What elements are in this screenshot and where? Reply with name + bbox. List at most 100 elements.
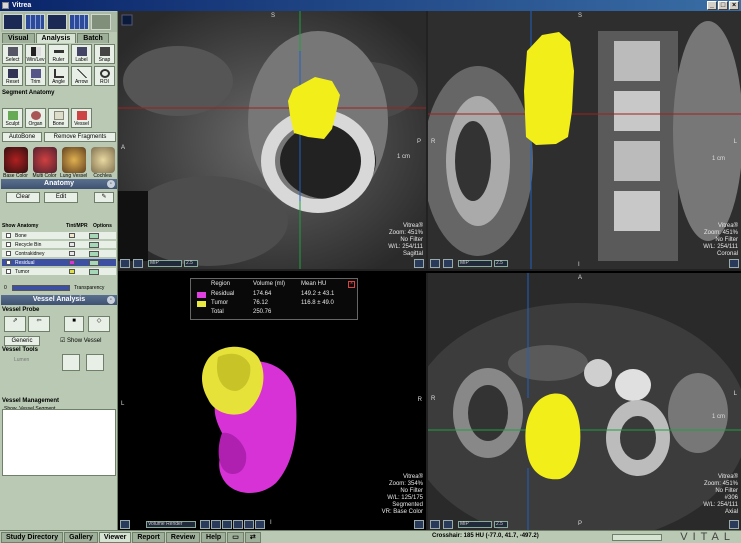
window-icon[interactable]: ▭ xyxy=(227,532,244,543)
slab-thickness-field[interactable]: 2.5 xyxy=(494,521,508,528)
bone-tool[interactable]: Bone xyxy=(48,108,69,128)
viewport-coronal[interactable]: S R L I 1 cm Vitrea® Zoom: 451% No Filter W… xyxy=(428,11,741,271)
tab-viewer[interactable]: Viewer xyxy=(98,532,132,543)
orient-l-icon[interactable] xyxy=(244,520,254,529)
camera-icon[interactable] xyxy=(443,259,453,268)
render-mode-dropdown[interactable]: Volume Render xyxy=(146,521,196,528)
vessel-tool[interactable]: Vessel xyxy=(71,108,92,128)
stop-icon[interactable]: ■ xyxy=(64,316,84,332)
camera-icon[interactable] xyxy=(443,520,453,529)
options-eye-icon[interactable] xyxy=(89,250,99,257)
pen-options-icon[interactable]: ✎ xyxy=(94,192,114,203)
show-checkbox[interactable] xyxy=(6,260,11,265)
settings-icon[interactable] xyxy=(414,520,424,529)
tab-gallery[interactable]: Gallery xyxy=(64,532,98,543)
vessel-view-icon[interactable]: ◇ xyxy=(88,316,110,332)
render-mode-dropdown[interactable]: MIP xyxy=(148,260,182,267)
sculpt-tool[interactable]: Sculpt xyxy=(2,108,23,128)
arrow-tool[interactable]: Arrow xyxy=(71,66,92,86)
autobone-button[interactable]: AutoBone xyxy=(2,132,42,142)
angle-tool[interactable]: Angle xyxy=(48,66,69,86)
view-options-icon[interactable] xyxy=(120,259,130,268)
viewport-sagittal[interactable]: S A P I 1 cm Vitrea®Zoom: 451%No FilterW… xyxy=(118,11,428,271)
collapse-icon[interactable]: ◦ xyxy=(107,180,115,188)
tint-swatch[interactable] xyxy=(69,269,75,274)
close-legend-icon[interactable]: × xyxy=(348,281,355,288)
options-eye-icon[interactable] xyxy=(89,232,99,239)
preset-multi-color[interactable]: Multi Color xyxy=(31,147,58,183)
tint-swatch[interactable] xyxy=(69,260,75,265)
back-arrow-icon[interactable]: ⇦ xyxy=(28,316,50,332)
crosshair-icon[interactable] xyxy=(729,259,739,268)
render-mode-dropdown[interactable]: MIP xyxy=(458,521,492,528)
slab-thickness-field[interactable]: 2.5 xyxy=(494,260,508,267)
render-mode-dropdown[interactable]: MIP xyxy=(458,260,492,267)
vessel-tool-b-icon[interactable] xyxy=(86,354,104,371)
two-view-layout-icon[interactable] xyxy=(47,14,67,30)
viewport-axial[interactable]: A R L P 1 cm Vitrea® Zoom: 451% No Filter #… xyxy=(428,273,741,530)
orient-s-icon[interactable] xyxy=(200,520,210,529)
select-tool[interactable]: Select xyxy=(2,44,23,64)
four-view-layout-icon[interactable] xyxy=(25,14,45,30)
remove-fragments-button[interactable]: Remove Fragments xyxy=(44,132,116,142)
collapse-icon[interactable]: ◦ xyxy=(107,296,115,304)
probe-icon[interactable]: ⇗ xyxy=(4,316,26,332)
vessel-tool-a-icon[interactable] xyxy=(62,354,80,371)
ruler-tool[interactable]: Ruler xyxy=(48,44,69,64)
tint-swatch[interactable] xyxy=(69,233,75,238)
options-eye-icon[interactable] xyxy=(89,241,99,248)
minimize-button[interactable]: _ xyxy=(707,1,717,10)
roi-tool[interactable]: ROI xyxy=(94,66,115,86)
tab-help[interactable]: Help xyxy=(201,532,227,543)
organ-tool[interactable]: Organ xyxy=(25,108,46,128)
crosshair-icon[interactable] xyxy=(729,520,739,529)
orient-r-icon[interactable] xyxy=(255,520,265,529)
snap-tool[interactable]: Snap xyxy=(94,44,115,64)
orient-a-icon[interactable] xyxy=(222,520,232,529)
clear-button[interactable]: Clear xyxy=(6,192,40,203)
preset-lung-vessel[interactable]: Lung Vessel xyxy=(60,147,87,183)
play-arrow-icon[interactable] xyxy=(91,14,111,30)
preset-cochlea[interactable]: Cochlea xyxy=(89,147,116,183)
preset-base-color[interactable]: Base Color xyxy=(2,147,29,183)
view-options-icon[interactable] xyxy=(430,520,440,529)
anatomy-row-recycle-bin[interactable]: Recycle Bin xyxy=(2,241,116,249)
tab-visual[interactable]: Visual xyxy=(2,33,35,43)
show-vessel-checkbox[interactable]: ☑ Show Vessel xyxy=(60,337,101,344)
tab-batch[interactable]: Batch xyxy=(77,33,109,43)
camera-icon[interactable] xyxy=(133,259,143,268)
tab-review[interactable]: Review xyxy=(165,532,201,543)
options-eye-icon[interactable] xyxy=(89,268,99,275)
tab-report[interactable]: Report xyxy=(132,532,165,543)
winlev-tool[interactable]: Win/Lev xyxy=(25,44,46,64)
options-eye-icon[interactable] xyxy=(89,259,99,266)
show-checkbox[interactable] xyxy=(6,233,11,238)
show-checkbox[interactable] xyxy=(6,269,11,274)
close-button[interactable]: × xyxy=(729,1,739,10)
tab-study-directory[interactable]: Study Directory xyxy=(1,532,64,543)
orient-i-icon[interactable] xyxy=(211,520,221,529)
single-view-layout-icon[interactable] xyxy=(3,14,23,30)
view-options-icon[interactable] xyxy=(430,259,440,268)
orient-p-icon[interactable] xyxy=(233,520,243,529)
link-icon[interactable]: ⇄ xyxy=(244,532,261,543)
slab-thickness-field[interactable]: 2.5 xyxy=(184,260,198,267)
label-tool[interactable]: Label xyxy=(71,44,92,64)
tab-analysis[interactable]: Analysis xyxy=(35,33,77,43)
reset-tool[interactable]: Reset xyxy=(2,66,23,86)
anatomy-row-residual[interactable]: Residual xyxy=(2,259,116,267)
tint-swatch[interactable] xyxy=(69,242,75,247)
show-checkbox[interactable] xyxy=(6,242,11,247)
view-options-icon[interactable] xyxy=(120,520,130,529)
anatomy-row-tumor[interactable]: Tumor xyxy=(2,268,116,276)
lumen-option[interactable]: Lumen xyxy=(14,357,29,363)
crosshair-icon[interactable] xyxy=(414,259,424,268)
anatomy-row-contrakidney[interactable]: Contrakidney xyxy=(2,250,116,258)
tint-swatch[interactable] xyxy=(69,251,75,256)
multi-view-layout-icon[interactable] xyxy=(69,14,89,30)
vessel-management-list[interactable] xyxy=(2,409,116,476)
show-checkbox[interactable] xyxy=(6,251,11,256)
trim-tool[interactable]: Trim xyxy=(25,66,46,86)
edit-button[interactable]: Edit xyxy=(44,192,78,203)
generic-dropdown[interactable]: Generic xyxy=(4,336,40,346)
